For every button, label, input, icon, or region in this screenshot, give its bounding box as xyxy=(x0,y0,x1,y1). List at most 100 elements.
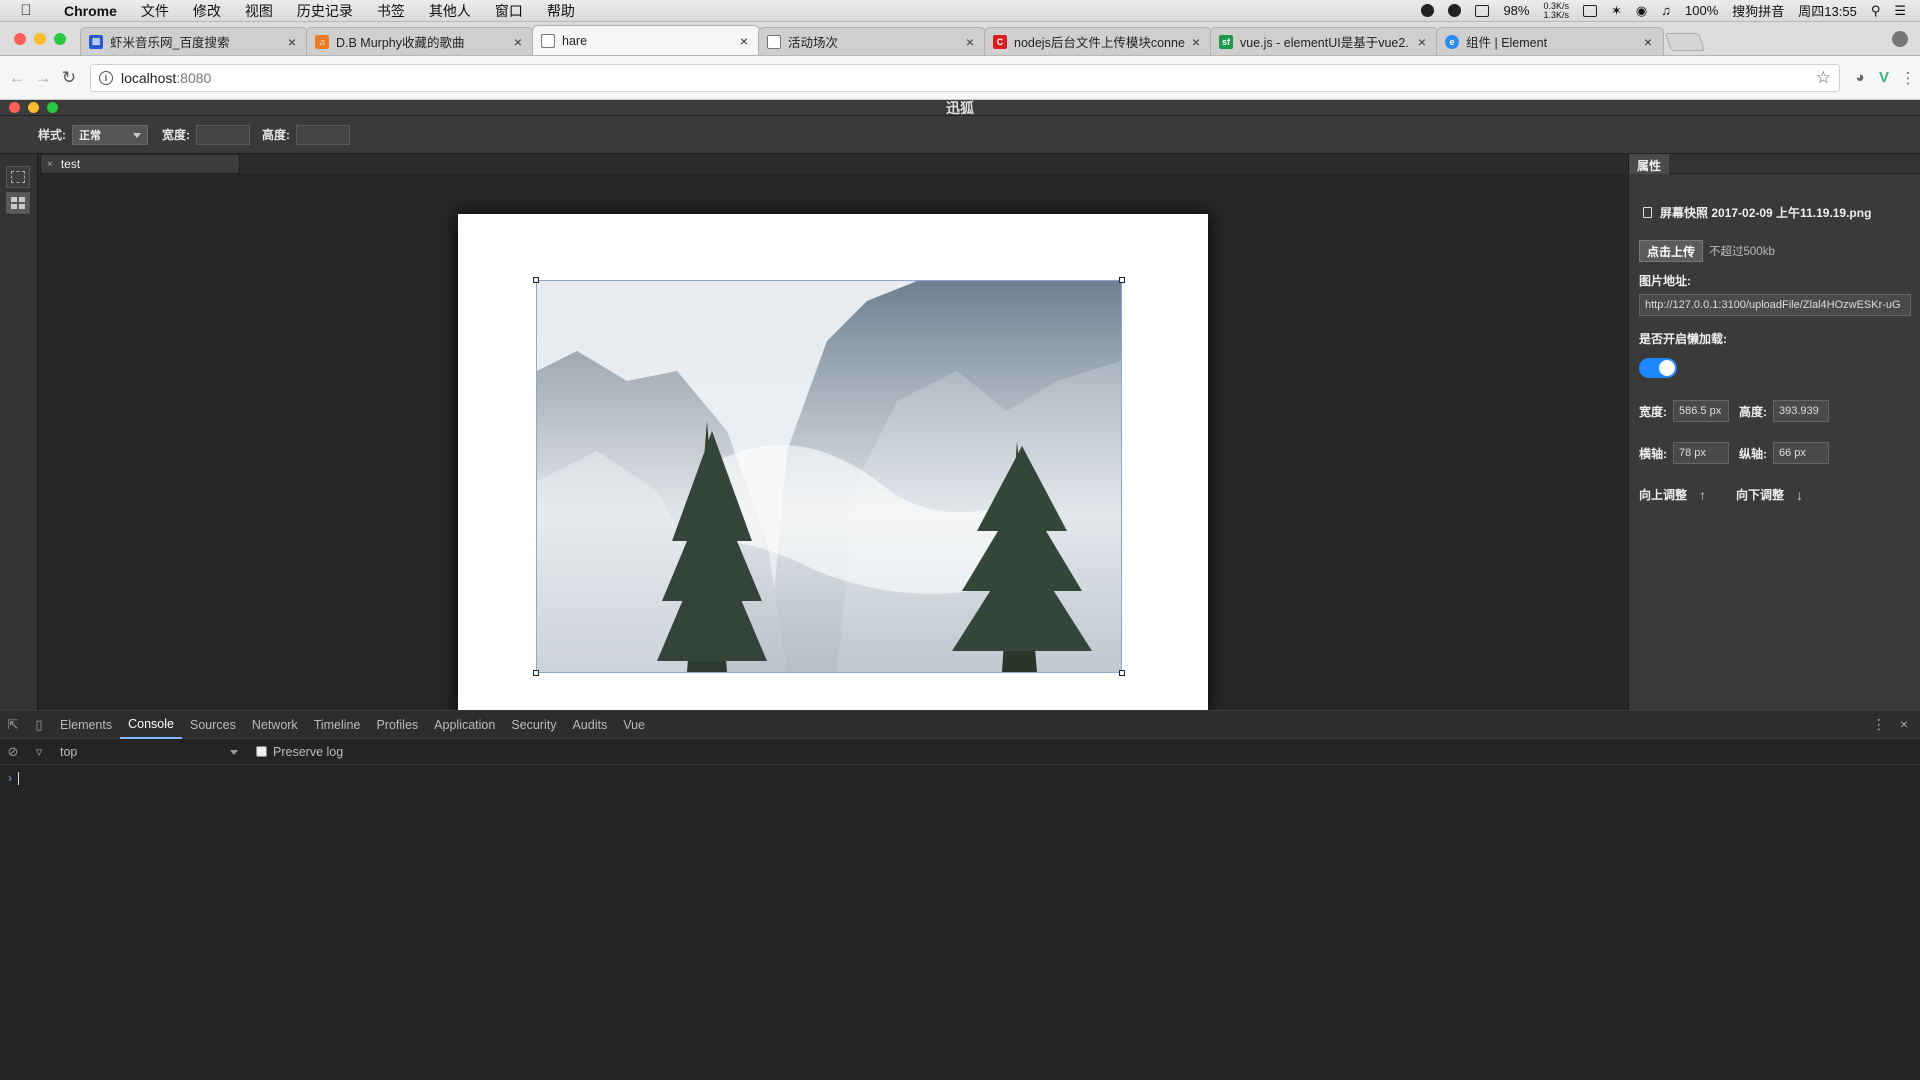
ime-label[interactable]: 搜狗拼音 xyxy=(1732,1,1784,20)
chrome-menu-icon[interactable]: ⋮ xyxy=(1896,69,1920,87)
image-url-input[interactable]: http://127.0.0.1:3100/uploadFile/Zlal4HO… xyxy=(1639,294,1911,316)
close-window-button[interactable] xyxy=(14,32,26,45)
clock[interactable]: 周四13:55 xyxy=(1798,1,1857,20)
url-text[interactable]: localhost:8080 xyxy=(121,70,1816,86)
notification-center-icon[interactable]: ☰ xyxy=(1894,3,1906,19)
upload-button[interactable]: 点击上传 xyxy=(1639,240,1704,262)
menu-help[interactable]: 帮助 xyxy=(535,1,587,21)
devtools-menu-icon[interactable]: ⋮ xyxy=(1872,716,1886,733)
menu-edit[interactable]: 修改 xyxy=(181,1,233,21)
window-icon[interactable] xyxy=(1475,4,1490,17)
wifi-icon[interactable]: ◉ xyxy=(1636,3,1647,19)
browser-tab[interactable]: e 组件 | Element × xyxy=(1436,27,1664,55)
app-status-icon[interactable] xyxy=(1448,4,1462,17)
inspect-element-icon[interactable]: ⇱ xyxy=(0,717,26,733)
close-tab-icon[interactable]: × xyxy=(1641,34,1655,50)
tab-properties[interactable]: 属性 xyxy=(1629,154,1670,174)
new-tab-button[interactable] xyxy=(1664,33,1706,51)
move-down-label[interactable]: 向下调整 xyxy=(1736,486,1784,503)
browser-tab[interactable]: 活动场次 × xyxy=(758,27,986,55)
menu-history[interactable]: 历史记录 xyxy=(285,1,365,21)
resize-handle-bottom-right[interactable] xyxy=(1119,670,1125,676)
close-tab-icon[interactable]: × xyxy=(1189,34,1203,50)
tab-timeline[interactable]: Timeline xyxy=(306,711,369,739)
close-tab-icon[interactable]: × xyxy=(963,34,977,50)
browser-tab[interactable]: ♫ D.B Murphy收藏的歌曲 × xyxy=(306,27,534,55)
arrow-down-icon[interactable]: ↓ xyxy=(1796,487,1803,503)
preserve-log-label[interactable]: Preserve log xyxy=(273,745,343,759)
tab-profiles[interactable]: Profiles xyxy=(368,711,426,739)
close-document-icon[interactable]: × xyxy=(47,159,53,170)
spotlight-icon[interactable]: ⚲ xyxy=(1871,3,1881,19)
tab-vue[interactable]: Vue xyxy=(615,711,653,739)
grid-tool-button[interactable] xyxy=(6,192,30,214)
upload-row: 点击上传 不超过500kb xyxy=(1639,240,1775,262)
close-tab-icon[interactable]: × xyxy=(285,34,299,50)
close-tab-icon[interactable]: × xyxy=(1415,34,1429,50)
width-prop-label: 宽度: xyxy=(1639,404,1667,419)
reload-icon[interactable]: ↻ xyxy=(56,68,82,88)
menu-view[interactable]: 视图 xyxy=(233,1,285,21)
baidu-favicon-icon: ▩ xyxy=(89,34,103,49)
bluetooth-icon[interactable]: ✶ xyxy=(1611,3,1622,19)
browser-tab-active[interactable]: hare × xyxy=(532,25,760,55)
xiami-favicon-icon: ♫ xyxy=(315,34,329,49)
selected-image[interactable] xyxy=(533,277,1125,676)
browser-tab[interactable]: ▩ 虾米音乐网_百度搜索 × xyxy=(80,27,308,55)
menu-people[interactable]: 其他人 xyxy=(417,1,483,21)
tab-network[interactable]: Network xyxy=(244,711,306,739)
resize-handle-top-left[interactable] xyxy=(533,277,539,283)
preserve-log-checkbox[interactable] xyxy=(256,746,267,757)
tab-audits[interactable]: Audits xyxy=(564,711,615,739)
extension-globe-icon[interactable]: ◕ xyxy=(1848,69,1872,86)
x-prop-input[interactable]: 78 px xyxy=(1673,442,1729,464)
resize-handle-top-right[interactable] xyxy=(1119,277,1125,283)
height-prop-input[interactable]: 393.939 xyxy=(1773,400,1829,422)
zoom-window-button[interactable] xyxy=(54,32,66,45)
url-bar[interactable]: i localhost:8080 ☆ xyxy=(90,63,1840,92)
arrow-up-icon[interactable]: ↑ xyxy=(1699,487,1706,503)
context-select[interactable]: top xyxy=(52,745,240,759)
device-toolbar-icon[interactable]: ▯ xyxy=(26,717,52,733)
tab-security[interactable]: Security xyxy=(503,711,564,739)
page-canvas[interactable] xyxy=(458,214,1208,714)
tab-console[interactable]: Console xyxy=(120,711,182,739)
width-prop-input[interactable]: 586.5 px xyxy=(1673,400,1729,422)
close-tab-icon[interactable]: × xyxy=(511,34,525,50)
tab-application[interactable]: Application xyxy=(426,711,503,739)
menu-app-name[interactable]: Chrome xyxy=(52,3,129,19)
style-select[interactable]: 正常 xyxy=(72,124,148,145)
console-prompt[interactable]: › xyxy=(0,765,1920,791)
tab-sources[interactable]: Sources xyxy=(182,711,244,739)
menu-file[interactable]: 文件 xyxy=(129,1,181,21)
select-tool-button[interactable] xyxy=(6,166,30,188)
browser-tab[interactable]: Cnodejs后台文件上传模块conne × xyxy=(984,27,1212,55)
bookmark-star-icon[interactable]: ☆ xyxy=(1816,68,1831,88)
menu-bookmarks[interactable]: 书签 xyxy=(365,1,417,21)
volume-icon[interactable]: ♫ xyxy=(1661,3,1671,18)
close-devtools-icon[interactable]: × xyxy=(1900,716,1908,733)
browser-tab[interactable]: sf vue.js - elementUI是基于vue2. × xyxy=(1210,27,1438,55)
canvas-area[interactable] xyxy=(38,174,1626,714)
lazy-load-toggle[interactable] xyxy=(1639,358,1677,378)
minimize-window-button[interactable] xyxy=(34,32,46,45)
vue-devtools-icon[interactable]: V xyxy=(1872,69,1896,86)
info-icon[interactable]: i xyxy=(99,70,113,85)
height-input[interactable] xyxy=(296,124,350,145)
move-up-label[interactable]: 向上调整 xyxy=(1639,486,1687,503)
filter-icon[interactable]: ▿ xyxy=(26,744,52,760)
resize-handle-bottom-left[interactable] xyxy=(533,670,539,676)
close-tab-icon[interactable]: × xyxy=(737,33,751,49)
notification-icon[interactable] xyxy=(1421,4,1435,17)
airplay-icon[interactable] xyxy=(1583,4,1597,17)
clear-console-icon[interactable]: ⊘ xyxy=(0,744,26,760)
profile-icon[interactable] xyxy=(1892,30,1908,47)
tab-elements[interactable]: Elements xyxy=(52,711,120,739)
back-arrow-icon[interactable]: ← xyxy=(4,68,30,88)
document-tab[interactable]: × test xyxy=(40,154,240,174)
y-prop-input[interactable]: 66 px xyxy=(1773,442,1829,464)
width-input[interactable] xyxy=(196,124,250,145)
menu-window[interactable]: 窗口 xyxy=(483,1,535,21)
apple-menu-icon[interactable]:  xyxy=(0,2,52,19)
forward-arrow-icon[interactable]: → xyxy=(30,68,56,88)
